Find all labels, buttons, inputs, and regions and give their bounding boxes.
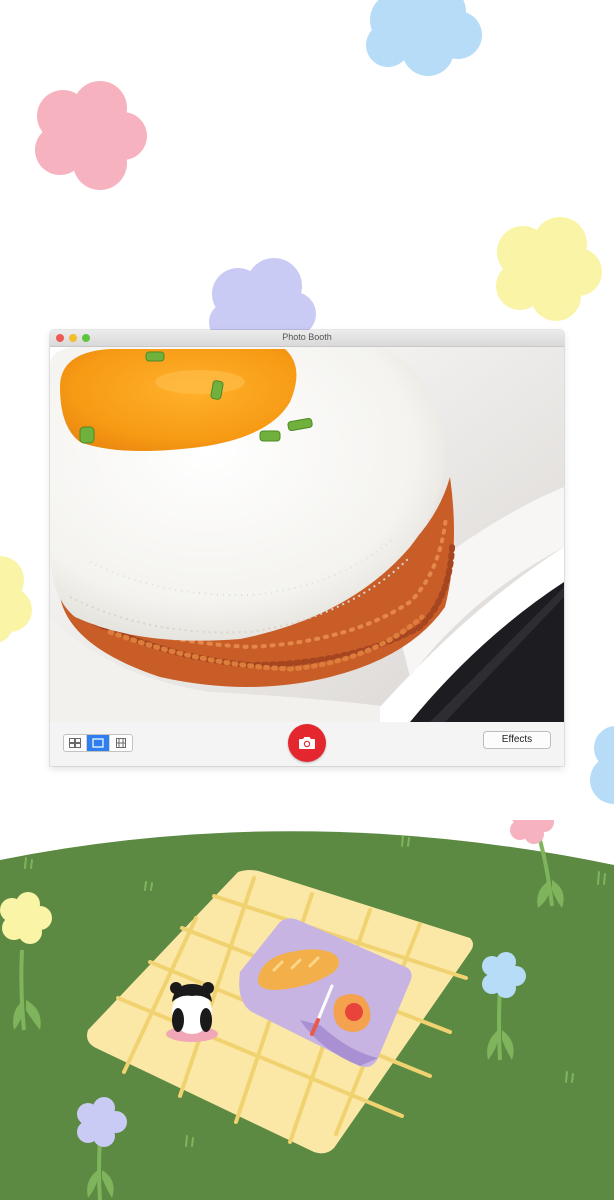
title-bar[interactable]: Photo Booth <box>50 330 564 347</box>
photo-booth-toolbar: Effects <box>50 722 564 766</box>
blue-cloud-top <box>366 0 482 76</box>
picnic-scene <box>0 820 614 1200</box>
pink-cloud <box>35 81 147 190</box>
blue-cloud-right <box>590 726 614 804</box>
fried-egg-rice-photo <box>50 347 564 722</box>
filmstrip-icon[interactable] <box>110 735 132 751</box>
yellow-cloud-left <box>0 556 32 643</box>
grid-2x2-icon[interactable] <box>64 735 87 751</box>
panda-figure <box>166 982 218 1042</box>
camera-preview <box>50 347 564 722</box>
single-frame-icon[interactable] <box>87 735 110 751</box>
take-photo-button[interactable] <box>288 724 326 762</box>
camera-icon <box>299 737 315 749</box>
view-mode-selector <box>63 734 133 752</box>
wallpaper-background: Photo Booth Effects <box>0 0 614 1200</box>
effects-button[interactable]: Effects <box>483 731 551 749</box>
yellow-cloud-right <box>496 217 602 321</box>
photo-booth-window: Photo Booth Effects <box>50 330 564 766</box>
window-title: Photo Booth <box>282 332 332 342</box>
